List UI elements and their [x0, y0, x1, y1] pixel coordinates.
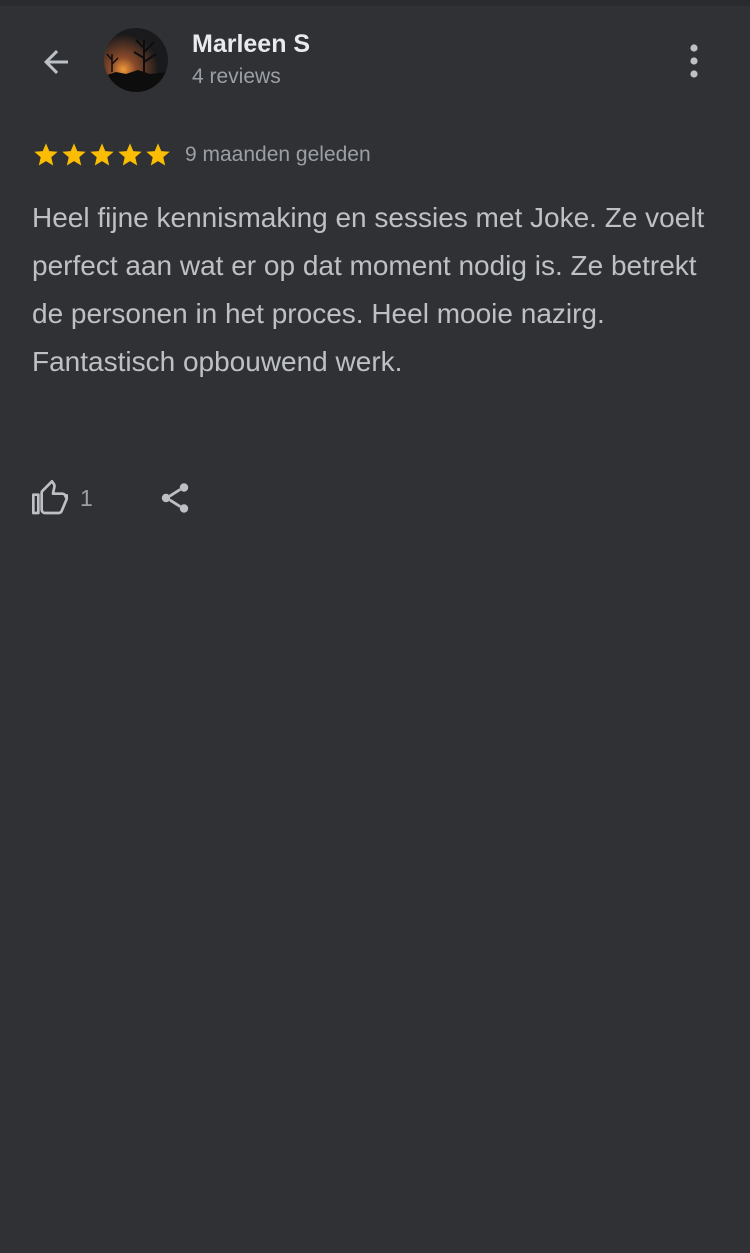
star-icon	[118, 143, 142, 166]
more-options-button[interactable]	[674, 36, 714, 86]
star-icon	[34, 143, 58, 166]
review-header: Marleen S 4 reviews	[0, 6, 750, 116]
review-text: Heel fijne kennismaking en sessies met J…	[32, 202, 705, 377]
arrow-back-icon	[44, 50, 68, 74]
more-vert-icon	[690, 44, 698, 78]
review-actions: 1	[30, 474, 193, 522]
star-icon	[62, 143, 86, 166]
author-name[interactable]: Marleen S	[192, 30, 310, 59]
star-icon	[146, 143, 170, 166]
share-icon	[161, 483, 188, 513]
review-count: 4 reviews	[192, 65, 281, 88]
share-button[interactable]	[157, 480, 193, 516]
rating-row: 9 maanden geleden	[32, 138, 371, 172]
like-count: 1	[80, 484, 93, 511]
back-button[interactable]	[32, 40, 80, 84]
like-button[interactable]: 1	[30, 478, 93, 518]
star-rating	[32, 141, 172, 169]
star-icon	[90, 143, 114, 166]
avatar[interactable]	[104, 28, 168, 92]
review-date: 9 maanden geleden	[185, 143, 371, 166]
thumb-up-icon	[32, 480, 68, 515]
